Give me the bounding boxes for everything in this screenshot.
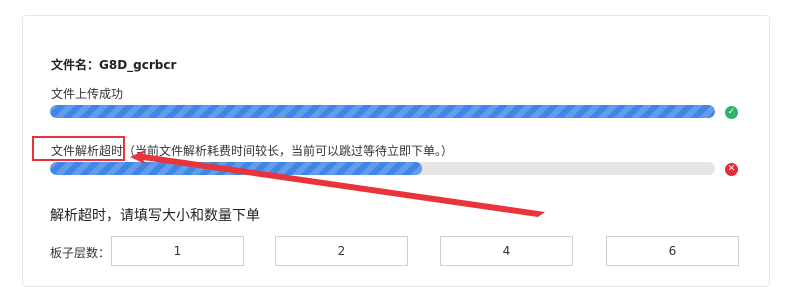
annotation-arrow: [130, 149, 545, 217]
